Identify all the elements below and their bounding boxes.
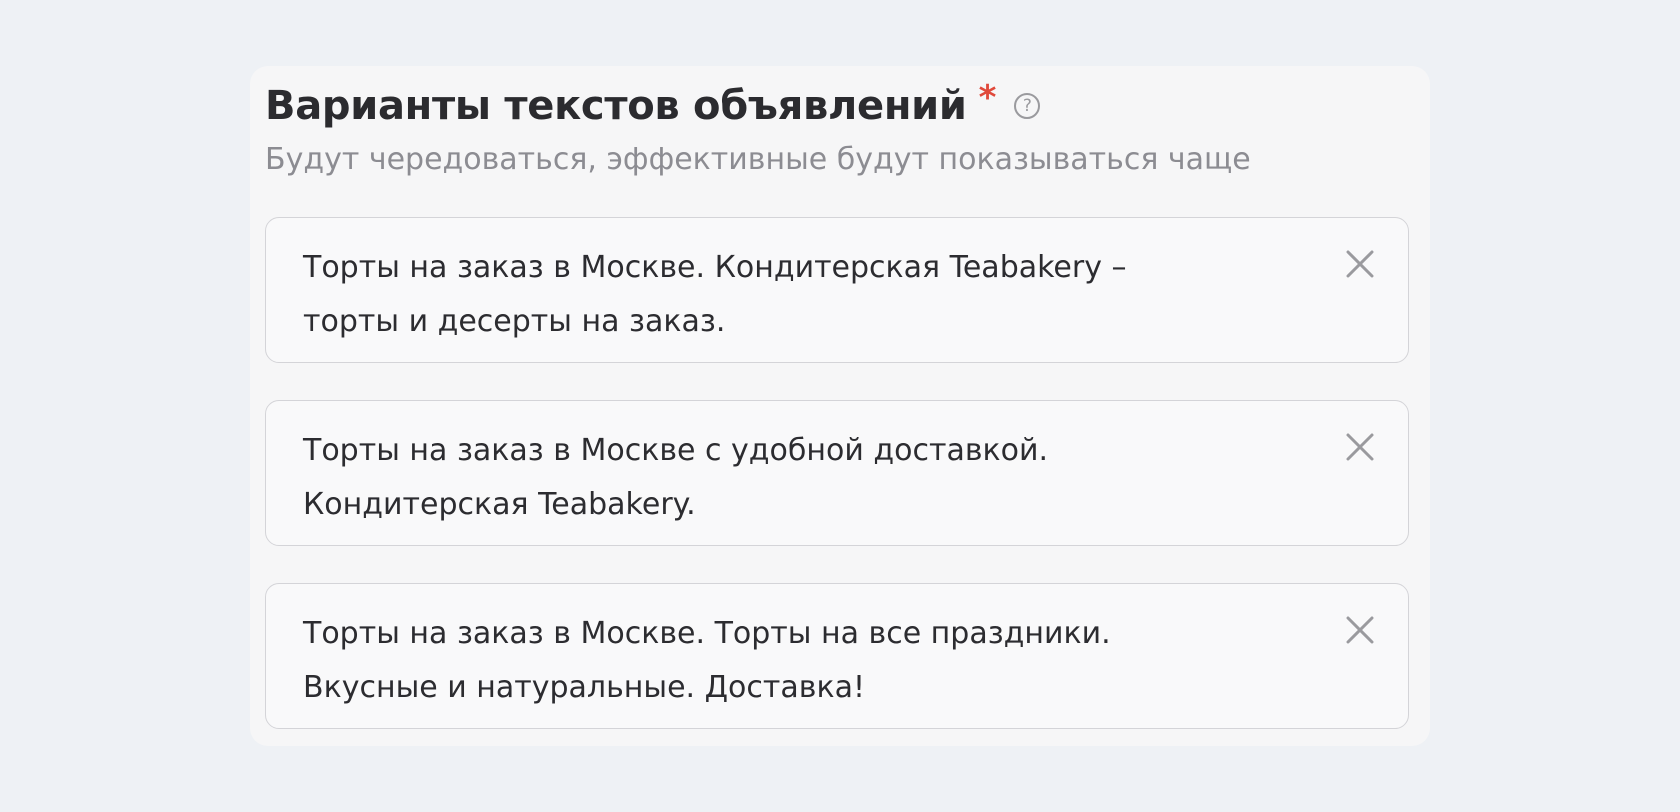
required-asterisk: * (978, 78, 997, 118)
ad-texts-field-panel: Варианты текстов объявлений * ? Будут че… (250, 66, 1430, 746)
question-circle-icon[interactable]: ? (1014, 93, 1041, 119)
ad-text-variant-text[interactable]: Торты на заказ в Москве с удобной достав… (303, 424, 1203, 532)
field-header: Варианты текстов объявлений * ? (265, 76, 1041, 136)
ad-text-variant-text[interactable]: Торты на заказ в Москве. Кондитерская Te… (303, 241, 1203, 349)
close-icon[interactable] (1342, 612, 1378, 648)
close-icon[interactable] (1342, 246, 1378, 282)
ad-text-variant[interactable]: Торты на заказ в Москве с удобной достав… (265, 400, 1409, 546)
ad-text-variants-list: Торты на заказ в Москве. Кондитерская Te… (265, 217, 1409, 766)
close-icon[interactable] (1342, 429, 1378, 465)
field-title: Варианты текстов объявлений (265, 83, 967, 129)
field-subtitle: Будут чередоваться, эффективные будут по… (265, 142, 1251, 177)
ad-text-variant[interactable]: Торты на заказ в Москве. Торты на все пр… (265, 583, 1409, 729)
ad-text-variant-text[interactable]: Торты на заказ в Москве. Торты на все пр… (303, 607, 1203, 715)
ad-text-variant[interactable]: Торты на заказ в Москве. Кондитерская Te… (265, 217, 1409, 363)
